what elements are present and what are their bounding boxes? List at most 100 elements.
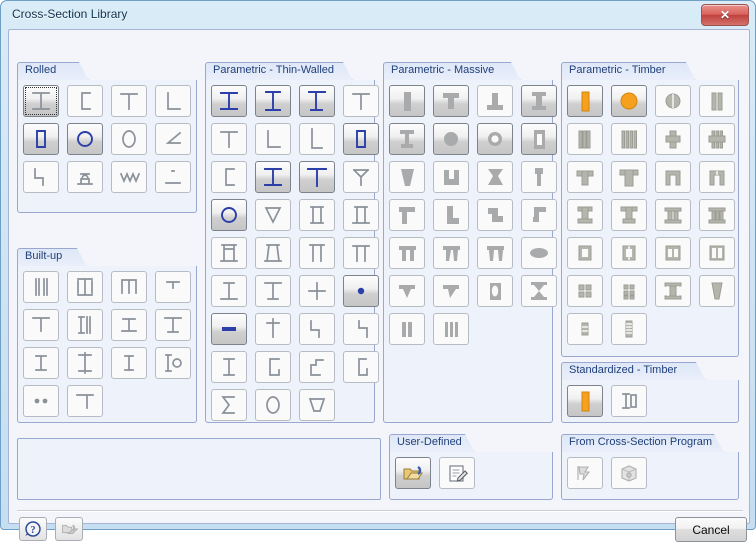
thin-z-section[interactable] xyxy=(299,313,335,345)
massive-double-taper[interactable] xyxy=(521,275,557,307)
thin-t-section-bold[interactable] xyxy=(299,161,335,193)
timber-three-lamellas[interactable] xyxy=(567,123,603,155)
massive-i-beam[interactable] xyxy=(521,85,557,117)
std-timber-rectangle[interactable] xyxy=(567,385,603,417)
thin-angle-section-2[interactable] xyxy=(299,123,335,155)
builtup-double-channel[interactable] xyxy=(23,271,59,303)
rolled-rectangular-hollow-section[interactable] xyxy=(23,123,59,155)
massive-tee-left[interactable] xyxy=(389,199,425,231)
timber-box-double[interactable] xyxy=(655,237,691,269)
rolled-i-section[interactable] xyxy=(23,85,59,117)
massive-i-beam-2[interactable] xyxy=(389,123,425,155)
timber-portal-split[interactable] xyxy=(699,161,735,193)
timber-four-lamellas[interactable] xyxy=(611,123,647,155)
thin-sigma-section[interactable] xyxy=(211,389,247,421)
timber-tee[interactable] xyxy=(567,161,603,193)
timber-i-shape[interactable] xyxy=(567,199,603,231)
thin-box-flared-section[interactable] xyxy=(343,199,379,231)
thin-t-section[interactable] xyxy=(343,85,379,117)
massive-double-leg-taper[interactable] xyxy=(433,237,469,269)
timber-quad-cells[interactable] xyxy=(567,275,603,307)
rolled-angle-section[interactable] xyxy=(155,85,191,117)
builtup-narrow-tee[interactable] xyxy=(155,271,191,303)
thin-i-narrow-bottom[interactable] xyxy=(255,275,291,307)
rolled-channel-section[interactable] xyxy=(67,85,103,117)
thin-i-section-1[interactable] xyxy=(211,85,247,117)
massive-angle[interactable] xyxy=(433,199,469,231)
builtup-i-short[interactable] xyxy=(23,347,59,379)
massive-hollow-oval[interactable] xyxy=(477,275,513,307)
builtup-wide-tee[interactable] xyxy=(23,309,59,341)
timber-i-massive[interactable] xyxy=(655,275,691,307)
timber-tee-wide[interactable] xyxy=(611,161,647,193)
thin-trapezoid-section[interactable] xyxy=(299,389,335,421)
massive-double-leg-splay[interactable] xyxy=(477,237,513,269)
massive-tee[interactable] xyxy=(433,85,469,117)
thin-t-section-2[interactable] xyxy=(211,123,247,155)
timber-box-hollow-2[interactable] xyxy=(611,237,647,269)
rolled-sharp-angle-section[interactable] xyxy=(155,123,191,155)
timber-round-split[interactable] xyxy=(655,85,691,117)
massive-three-bars[interactable] xyxy=(433,313,469,345)
massive-two-bars[interactable] xyxy=(389,313,425,345)
timber-portal[interactable] xyxy=(655,161,691,193)
timber-two-lamellas[interactable] xyxy=(699,85,735,117)
rolled-dot-bar-section[interactable] xyxy=(155,161,191,193)
thin-y-section[interactable] xyxy=(343,161,379,193)
timber-circle[interactable] xyxy=(611,85,647,117)
import-box-button[interactable] xyxy=(611,457,647,489)
thin-point-section[interactable] xyxy=(343,275,379,307)
open-user-section-button[interactable] xyxy=(395,457,431,489)
timber-i-shape-2[interactable] xyxy=(611,199,647,231)
massive-ellipse[interactable] xyxy=(521,237,557,269)
help-button[interactable]: ? xyxy=(19,517,47,541)
timber-wedge[interactable] xyxy=(699,275,735,307)
thin-i-section-2[interactable] xyxy=(255,85,291,117)
timber-stack-large[interactable] xyxy=(611,313,647,345)
rolled-oval-hollow-section[interactable] xyxy=(111,123,147,155)
massive-hollow-rect[interactable] xyxy=(521,123,557,155)
timber-cross-small[interactable] xyxy=(655,123,691,155)
massive-rectangle[interactable] xyxy=(389,85,425,117)
massive-step[interactable] xyxy=(521,199,557,231)
builtup-t-boxed[interactable] xyxy=(111,271,147,303)
thin-channel-section[interactable] xyxy=(211,161,247,193)
rolled-rail-section[interactable] xyxy=(67,161,103,193)
thin-hat-section-2[interactable] xyxy=(255,237,291,269)
thin-z-reversed-section[interactable] xyxy=(343,313,379,345)
edit-user-section-button[interactable] xyxy=(439,457,475,489)
massive-circle[interactable] xyxy=(433,123,469,155)
thin-i-thin-section[interactable] xyxy=(211,351,247,383)
thin-i-stem-section[interactable] xyxy=(255,313,291,345)
std-timber-i-o[interactable] xyxy=(611,385,647,417)
rolled-z-section[interactable] xyxy=(23,161,59,193)
thin-pi-section-2[interactable] xyxy=(343,237,379,269)
massive-stem[interactable] xyxy=(521,161,557,193)
builtup-double-i[interactable] xyxy=(67,309,103,341)
massive-double-leg[interactable] xyxy=(389,237,425,269)
thin-triangle-section[interactable] xyxy=(255,199,291,231)
thin-c-lipped-open[interactable] xyxy=(343,351,379,383)
thin-circular-hollow[interactable] xyxy=(211,199,247,231)
massive-tee-taper[interactable] xyxy=(389,275,425,307)
thin-c-lipped-section[interactable] xyxy=(255,351,291,383)
builtup-t-overhang[interactable] xyxy=(67,385,103,417)
builtup-two-dots[interactable] xyxy=(23,385,59,417)
rolled-t-section[interactable] xyxy=(111,85,147,117)
thin-box-open-section[interactable] xyxy=(299,199,335,231)
thin-i-narrow-top[interactable] xyxy=(211,275,247,307)
massive-tee-taper-2[interactable] xyxy=(433,275,469,307)
timber-box-double-2[interactable] xyxy=(699,237,735,269)
builtup-i-bottom-plate[interactable] xyxy=(111,309,147,341)
massive-u-shape[interactable] xyxy=(433,161,469,193)
massive-ring[interactable] xyxy=(477,123,513,155)
thin-angle-section[interactable] xyxy=(255,123,291,155)
massive-tapered[interactable] xyxy=(389,161,425,193)
timber-box-i[interactable] xyxy=(655,199,691,231)
timber-box-i-split[interactable] xyxy=(699,199,735,231)
massive-z-shape[interactable] xyxy=(477,199,513,231)
timber-stack-small[interactable] xyxy=(567,313,603,345)
rolled-corrugated-section[interactable] xyxy=(111,161,147,193)
section-info-button[interactable] xyxy=(55,517,83,541)
thin-plate-section[interactable] xyxy=(211,313,247,345)
